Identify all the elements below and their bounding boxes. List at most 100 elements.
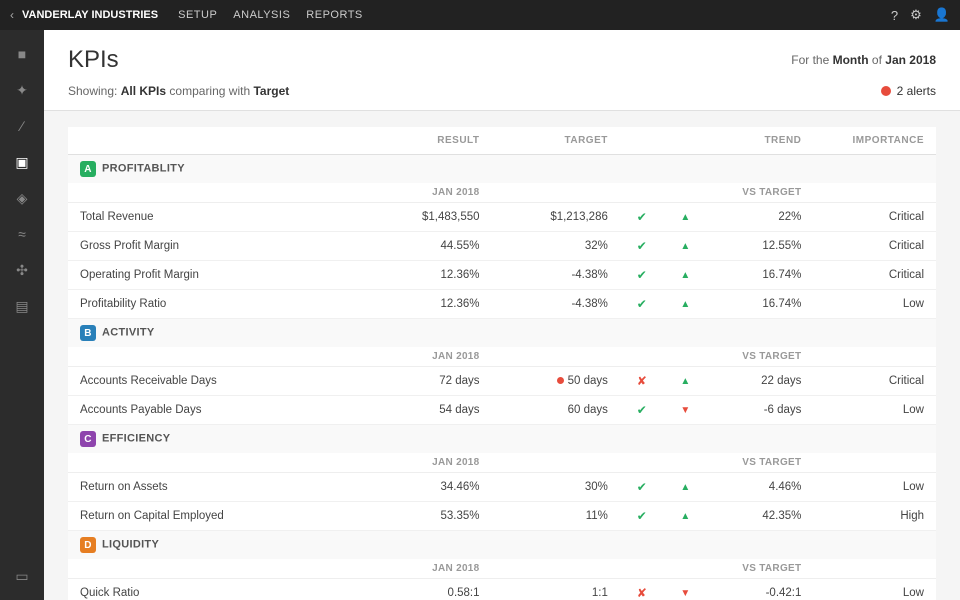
ok-icon: ✔ xyxy=(637,480,647,494)
row-ok-cell: ✔ xyxy=(620,290,664,319)
row-trend-value: -6 days xyxy=(707,396,813,425)
top-navbar: ‹ VANDERLAY INDUSTRIES SETUP ANALYSIS RE… xyxy=(0,0,960,30)
row-importance: Low xyxy=(813,290,936,319)
section-badge-D: D xyxy=(80,537,96,553)
sidebar-dashboard-icon[interactable]: ■ xyxy=(4,38,40,70)
sidebar-graph-icon[interactable]: ≈ xyxy=(4,218,40,250)
target-label: Target xyxy=(253,84,289,98)
table-row[interactable]: Accounts Payable Days 54 days 60 days ✔ … xyxy=(68,396,936,425)
main-content: KPIs For the Month of Jan 2018 Showing: … xyxy=(44,30,960,600)
ok-icon: ✔ xyxy=(637,403,647,417)
nav-analysis[interactable]: ANALYSIS xyxy=(233,9,290,21)
table-row[interactable]: Return on Capital Employed 53.35% 11% ✔ … xyxy=(68,502,936,531)
row-target: $1,213,286 xyxy=(492,203,620,232)
row-importance: Critical xyxy=(813,367,936,396)
sub-col-name xyxy=(68,453,350,473)
arrow-up-icon: ▲ xyxy=(680,482,690,493)
month-label[interactable]: Month xyxy=(833,53,869,67)
row-name: Profitability Ratio xyxy=(68,290,350,319)
row-result: 54 days xyxy=(350,396,491,425)
row-arrow-cell: ▲ xyxy=(664,290,708,319)
page-title: KPIs xyxy=(68,46,119,74)
row-ok-cell: ✔ xyxy=(620,203,664,232)
sub-col-ok-icon xyxy=(620,183,664,203)
sub-col-ok-icon xyxy=(620,347,664,367)
sub-col-arrow-icon xyxy=(664,347,708,367)
row-target: 30% xyxy=(492,473,620,502)
row-importance: High xyxy=(813,502,936,531)
section-row-D: DLIQUIDITY xyxy=(68,531,936,560)
arrow-up-icon: ▲ xyxy=(680,376,690,387)
sub-col-result: JAN 2018 xyxy=(350,183,491,203)
row-name: Return on Assets xyxy=(68,473,350,502)
sub-col-result: JAN 2018 xyxy=(350,453,491,473)
row-result: 12.36% xyxy=(350,290,491,319)
table-row[interactable]: Gross Profit Margin 44.55% 32% ✔ ▲ 12.55… xyxy=(68,232,936,261)
sub-header-row-C: JAN 2018 vs TARGET xyxy=(68,453,936,473)
row-arrow-cell: ▼ xyxy=(664,396,708,425)
table-row[interactable]: Total Revenue $1,483,550 $1,213,286 ✔ ▲ … xyxy=(68,203,936,232)
section-row-B: BACTIVITY xyxy=(68,319,936,348)
arrow-up-icon: ▲ xyxy=(680,299,690,310)
showing-label: Showing: xyxy=(68,84,117,98)
company-name: VANDERLAY INDUSTRIES xyxy=(22,9,158,21)
row-name: Quick Ratio xyxy=(68,579,350,600)
sidebar-chart-icon[interactable]: ∕ xyxy=(4,110,40,142)
sidebar-grid-icon[interactable]: ▤ xyxy=(4,290,40,322)
row-trend-value: 22 days xyxy=(707,367,813,396)
sidebar-people-icon[interactable]: ✦ xyxy=(4,74,40,106)
arrow-up-icon: ▲ xyxy=(680,212,690,223)
row-target: -4.38% xyxy=(492,261,620,290)
table-row[interactable]: Quick Ratio 0.58:1 1:1 ✘ ▼ -0.42:1 Low xyxy=(68,579,936,600)
nav-right-icons: ? ⚙ 👤 xyxy=(891,7,950,23)
sub-col-trend: vs TARGET xyxy=(707,453,813,473)
sidebar-file-icon[interactable]: ▭ xyxy=(4,560,40,592)
section-row-C: CEFFICIENCY xyxy=(68,425,936,454)
sidebar-filter-icon[interactable]: ◈ xyxy=(4,182,40,214)
of-label: of xyxy=(872,53,882,67)
table-row[interactable]: Profitability Ratio 12.36% -4.38% ✔ ▲ 16… xyxy=(68,290,936,319)
user-icon[interactable]: 👤 xyxy=(934,7,950,23)
section-badge-A: A xyxy=(80,161,96,177)
ok-icon: ✔ xyxy=(637,297,647,311)
col-header-name xyxy=(68,127,350,155)
sidebar-tools-icon[interactable]: ✣ xyxy=(4,254,40,286)
settings-icon[interactable]: ⚙ xyxy=(910,7,922,23)
row-arrow-cell: ▲ xyxy=(664,367,708,396)
row-trend-value: 22% xyxy=(707,203,813,232)
sub-col-trend: vs TARGET xyxy=(707,347,813,367)
table-row[interactable]: Accounts Receivable Days 72 days 50 days… xyxy=(68,367,936,396)
table-row[interactable]: Operating Profit Margin 12.36% -4.38% ✔ … xyxy=(68,261,936,290)
nav-reports[interactable]: REPORTS xyxy=(306,9,362,21)
row-ok-cell: ✘ xyxy=(620,579,664,600)
col-header-target: TARGET xyxy=(492,127,620,155)
nav-setup[interactable]: SETUP xyxy=(178,9,217,21)
sub-col-importance xyxy=(813,347,936,367)
help-icon[interactable]: ? xyxy=(891,8,898,23)
row-ok-cell: ✔ xyxy=(620,232,664,261)
sub-col-arrow-icon xyxy=(664,453,708,473)
table-row[interactable]: Return on Assets 34.46% 30% ✔ ▲ 4.46% Lo… xyxy=(68,473,936,502)
date-label[interactable]: Jan 2018 xyxy=(885,53,936,67)
row-importance: Critical xyxy=(813,232,936,261)
sidebar-kpi-icon[interactable]: ▣ xyxy=(4,146,40,178)
back-arrow[interactable]: ‹ xyxy=(10,8,14,22)
sub-col-name xyxy=(68,183,350,203)
row-name: Accounts Payable Days xyxy=(68,396,350,425)
ok-icon: ✔ xyxy=(637,509,647,523)
row-name: Gross Profit Margin xyxy=(68,232,350,261)
arrow-down-icon: ▼ xyxy=(680,405,690,416)
alert-dot xyxy=(881,86,891,96)
sub-header-row-A: JAN 2018 vs TARGET xyxy=(68,183,936,203)
sub-col-name xyxy=(68,559,350,579)
sub-col-ok-icon xyxy=(620,453,664,473)
row-result: 53.35% xyxy=(350,502,491,531)
row-target: 60 days xyxy=(492,396,620,425)
row-trend-value: 16.74% xyxy=(707,261,813,290)
row-importance: Low xyxy=(813,396,936,425)
section-badge-B: B xyxy=(80,325,96,341)
row-result: 44.55% xyxy=(350,232,491,261)
row-importance: Low xyxy=(813,579,936,600)
sub-col-result: JAN 2018 xyxy=(350,559,491,579)
showing-text: Showing: All KPIs comparing with Target xyxy=(68,84,289,98)
